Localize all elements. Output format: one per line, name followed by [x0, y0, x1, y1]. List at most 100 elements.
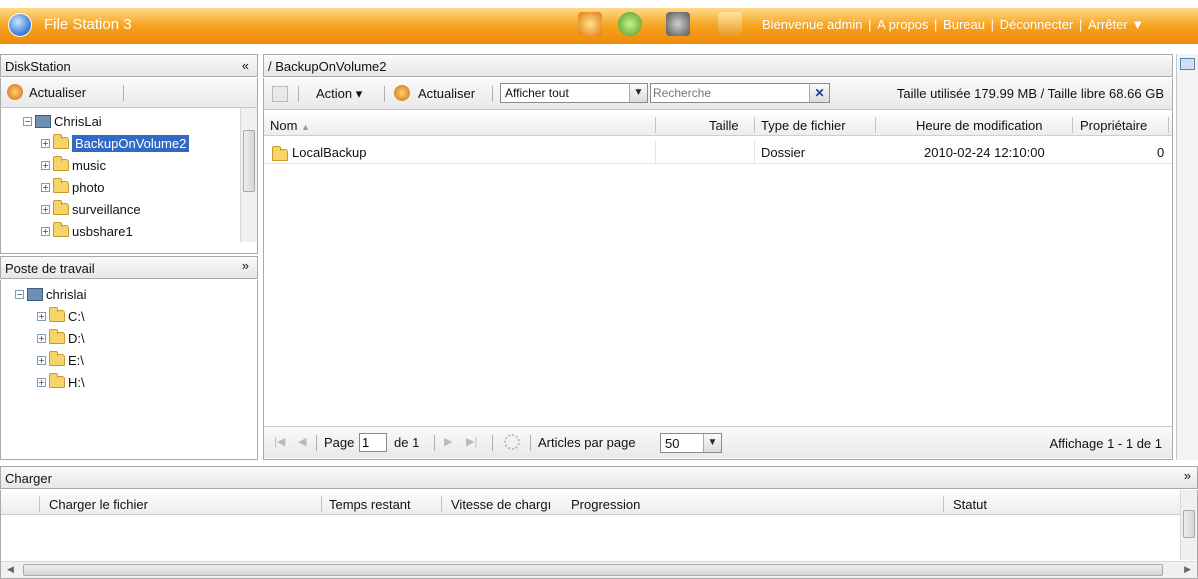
logout-link[interactable]: Déconnecter	[1000, 17, 1074, 32]
chevron-down-icon[interactable]: ▼	[629, 84, 647, 102]
app-logo-icon	[8, 13, 32, 37]
upload-icon[interactable]	[578, 12, 602, 36]
tree-drive-label: C:\	[68, 308, 85, 324]
tree-drive-c[interactable]: + C:\	[37, 306, 85, 326]
col-owner[interactable]: Propriétaire	[1080, 118, 1147, 133]
scroll-thumb[interactable]	[1183, 510, 1195, 538]
app-title: File Station 3	[44, 16, 132, 33]
right-side-strip	[1176, 54, 1198, 460]
tree-item-music[interactable]: + music	[41, 155, 106, 175]
path-header: / BackupOnVolume2	[263, 54, 1173, 77]
collapse-left-icon[interactable]: «	[242, 58, 249, 73]
folder-icon	[53, 200, 69, 215]
scroll-right-icon[interactable]: ▶	[1184, 564, 1191, 575]
expand-icon[interactable]: +	[37, 355, 46, 365]
book-icon[interactable]	[1180, 58, 1195, 70]
expand-icon[interactable]: +	[41, 226, 50, 236]
expand-icon[interactable]: +	[41, 204, 50, 214]
tree-root-chrislai[interactable]: − ChrisLai	[23, 111, 102, 131]
next-page-icon[interactable]: ▶	[444, 435, 452, 448]
expand-icon[interactable]: +	[37, 377, 46, 387]
tree-drive-d[interactable]: + D:\	[37, 328, 85, 348]
tree-root-label: ChrisLai	[54, 113, 102, 129]
upload-scrollbar-v[interactable]	[1180, 490, 1197, 560]
shutdown-link[interactable]: Arrêter ▼	[1088, 17, 1144, 32]
reload-icon[interactable]	[504, 434, 520, 450]
refresh-icon	[394, 85, 410, 101]
folder-icon	[49, 329, 65, 344]
first-page-icon[interactable]: |◀	[274, 435, 285, 448]
col-progress[interactable]: Progression	[571, 497, 640, 512]
col-upload-speed[interactable]: Vitesse de chargı	[451, 497, 569, 512]
clear-search-icon[interactable]: ✕	[809, 84, 829, 102]
desktop-link[interactable]: Bureau	[943, 17, 985, 32]
scroll-thumb[interactable]	[243, 130, 255, 192]
collapse-icon[interactable]: −	[15, 289, 24, 299]
per-page-select[interactable]: 50 ▼	[660, 433, 722, 453]
up-folder-icon[interactable]	[272, 86, 288, 102]
upload-grid: Charger le fichier Temps restant Vitesse…	[0, 490, 1198, 579]
expand-icon[interactable]: +	[37, 311, 46, 321]
display-count: Affichage 1 - 1 de 1	[1049, 436, 1162, 451]
table-row[interactable]: LocalBackup Dossier 2010-02-24 12:10:00 …	[264, 140, 1172, 164]
main-refresh-button[interactable]: Actualiser	[418, 86, 475, 101]
filter-value: Afficher tout	[505, 86, 569, 100]
last-page-icon[interactable]: ▶|	[466, 435, 477, 448]
about-link[interactable]: A propos	[877, 17, 928, 32]
col-time-left[interactable]: Temps restant	[329, 497, 411, 512]
prev-page-icon[interactable]: ◀	[298, 435, 306, 448]
file-icon[interactable]	[718, 12, 742, 36]
tree-item-label: music	[72, 157, 106, 173]
workstation-tree: − chrislai + C:\ + D:\ + E:\ + H:\	[0, 280, 258, 460]
diskstation-title: DiskStation	[5, 59, 71, 74]
welcome-link[interactable]: Bienvenue admin	[762, 17, 862, 32]
expand-icon[interactable]: +	[37, 333, 46, 343]
cell-type: Dossier	[761, 145, 806, 160]
col-modified[interactable]: Heure de modification	[916, 118, 1042, 133]
upload-header: Charger »	[0, 466, 1198, 489]
tree-item-label: photo	[72, 179, 105, 195]
col-name[interactable]: Nom ▲	[270, 118, 310, 133]
page-of-label: de 1	[394, 435, 420, 450]
per-page-label: Articles par page	[538, 435, 636, 450]
tree-root-label: chrislai	[46, 286, 87, 302]
search-input[interactable]	[653, 85, 803, 101]
tree-item-surveillance[interactable]: + surveillance	[41, 199, 141, 219]
diskstation-refresh-button[interactable]: Actualiser	[29, 85, 86, 100]
folder-icon	[53, 222, 69, 237]
tree-item-photo[interactable]: + photo	[41, 177, 105, 197]
action-menu-button[interactable]: Action ▾	[316, 86, 362, 102]
page-input[interactable]	[359, 433, 387, 452]
cell-name: LocalBackup	[292, 145, 367, 160]
tree-scrollbar[interactable]	[240, 108, 257, 242]
tree-item-backuponvolume2[interactable]: + BackupOnVolume2	[41, 133, 190, 153]
upload-scrollbar-h[interactable]: ◀ ▶	[1, 561, 1197, 578]
scroll-left-icon[interactable]: ◀	[7, 564, 14, 575]
expand-upload-icon[interactable]: »	[1184, 468, 1191, 483]
cell-owner: 0	[1157, 145, 1165, 160]
col-status[interactable]: Statut	[953, 497, 987, 512]
refresh-icon	[7, 84, 23, 100]
expand-panel-icon[interactable]: »	[242, 258, 249, 273]
folder-icon	[49, 351, 65, 366]
tree-drive-h[interactable]: + H:\	[37, 372, 85, 392]
music-icon[interactable]	[618, 12, 642, 36]
tree-item-label: surveillance	[72, 201, 141, 217]
tree-drive-e[interactable]: + E:\	[37, 350, 84, 370]
col-type[interactable]: Type de fichier	[761, 118, 846, 133]
tree-root-local[interactable]: − chrislai	[15, 284, 86, 304]
collapse-icon[interactable]: −	[23, 116, 32, 126]
tree-drive-label: E:\	[68, 352, 84, 368]
col-size[interactable]: Taille	[709, 118, 739, 133]
pager: |◀ ◀ Page de 1 ▶ ▶| Articles par page 50…	[264, 426, 1172, 458]
filter-select[interactable]: Afficher tout ▼	[500, 83, 648, 103]
expand-icon[interactable]: +	[41, 138, 50, 148]
chevron-down-icon[interactable]: ▼	[703, 434, 721, 452]
tree-item-usbshare1[interactable]: + usbshare1	[41, 221, 133, 241]
camera-icon[interactable]	[666, 12, 690, 36]
expand-icon[interactable]: +	[41, 160, 50, 170]
scroll-thumb-h[interactable]	[23, 564, 1163, 576]
expand-icon[interactable]: +	[41, 182, 50, 192]
tree-drive-label: H:\	[68, 374, 85, 390]
col-upload-file[interactable]: Charger le fichier	[49, 497, 148, 512]
